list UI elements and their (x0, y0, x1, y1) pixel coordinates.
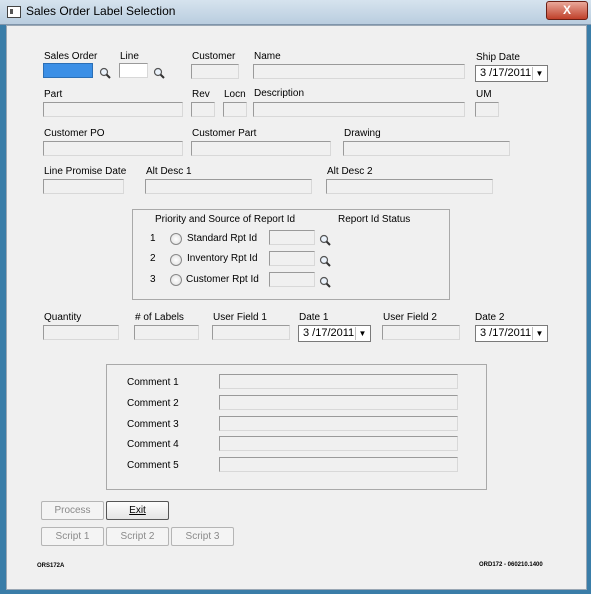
customer-rpt-radio[interactable] (170, 274, 182, 286)
sales-order-label: Sales Order (44, 51, 98, 62)
standard-rpt-radio[interactable] (170, 233, 182, 245)
customer-po-field[interactable] (43, 141, 183, 156)
inventory-rpt-lookup-icon[interactable] (319, 255, 331, 267)
comment-5-label: Comment 5 (127, 460, 179, 471)
comment-3-label: Comment 3 (127, 419, 179, 430)
num-labels-label: # of Labels (135, 312, 184, 323)
chevron-down-icon[interactable]: ▼ (355, 327, 369, 340)
app-icon (7, 6, 21, 18)
chevron-down-icon[interactable]: ▼ (532, 327, 546, 340)
customer-part-field[interactable] (191, 141, 331, 156)
comment-2-field[interactable] (219, 395, 458, 410)
standard-rpt-field[interactable] (269, 230, 315, 245)
script-2-button[interactable]: Script 2 (106, 527, 169, 546)
standard-rpt-label: Standard Rpt Id (187, 233, 258, 244)
exit-button-label: Exit (129, 505, 146, 516)
rev-field[interactable] (191, 102, 215, 117)
part-label: Part (44, 89, 63, 100)
close-button[interactable]: X (546, 1, 588, 20)
exit-button[interactable]: Exit (106, 501, 169, 520)
customer-rpt-field[interactable] (269, 272, 315, 287)
locn-field[interactable] (223, 102, 247, 117)
date-1-value: 3 /17/2011 (303, 327, 355, 339)
customer-rpt-lookup-icon[interactable] (319, 276, 331, 288)
line-input[interactable] (119, 63, 148, 78)
date-2-value: 3 /17/2011 (480, 327, 532, 339)
standard-rpt-lookup-icon[interactable] (319, 234, 331, 246)
customer-field[interactable] (191, 64, 239, 79)
name-label: Name (254, 51, 281, 62)
rev-label: Rev (192, 89, 210, 100)
customer-po-label: Customer PO (44, 128, 105, 139)
user-field-1-label: User Field 1 (213, 312, 267, 323)
comment-5-field[interactable] (219, 457, 458, 472)
user-field-2-label: User Field 2 (383, 312, 437, 323)
part-field[interactable] (43, 102, 183, 117)
alt-desc-1-field[interactable] (145, 179, 312, 194)
drawing-label: Drawing (344, 128, 381, 139)
alt-desc-1-label: Alt Desc 1 (146, 166, 192, 177)
comment-1-label: Comment 1 (127, 377, 179, 388)
customer-part-label: Customer Part (192, 128, 257, 139)
num-labels-field[interactable] (134, 325, 199, 340)
customer-label: Customer (192, 51, 236, 62)
window-title: Sales Order Label Selection (26, 4, 176, 18)
locn-label: Locn (224, 89, 246, 100)
form-id-left: ORS172A (37, 563, 65, 569)
comment-1-field[interactable] (219, 374, 458, 389)
customer-rpt-label: Customer Rpt Id (186, 274, 259, 285)
user-field-2-input[interactable] (382, 325, 460, 340)
ship-date-label: Ship Date (476, 52, 520, 63)
inventory-rpt-field[interactable] (269, 251, 315, 266)
line-label: Line (120, 51, 139, 62)
inventory-rpt-label: Inventory Rpt Id (187, 253, 258, 264)
priority-number: 1 (150, 233, 156, 244)
line-promise-date-field[interactable] (43, 179, 124, 194)
um-label: UM (476, 89, 492, 100)
quantity-label: Quantity (44, 312, 82, 323)
inventory-rpt-radio[interactable] (170, 254, 182, 266)
sales-order-input[interactable] (43, 63, 93, 78)
report-id-status-header: Report Id Status (338, 214, 411, 225)
alt-desc-2-field[interactable] (326, 179, 493, 194)
alt-desc-2-label: Alt Desc 2 (327, 166, 373, 177)
description-label: Description (254, 88, 305, 99)
priority-number: 3 (150, 274, 156, 285)
drawing-field[interactable] (343, 141, 510, 156)
comment-3-field[interactable] (219, 416, 458, 431)
line-promise-date-label: Line Promise Date (44, 166, 127, 177)
ship-date-value: 3 /17/2011 (480, 67, 532, 79)
description-field[interactable] (253, 102, 465, 117)
user-field-1-input[interactable] (212, 325, 290, 340)
sales-order-lookup-icon[interactable] (99, 67, 111, 79)
comment-4-label: Comment 4 (127, 439, 179, 450)
date-2-picker[interactable]: 3 /17/2011 ▼ (475, 325, 548, 342)
name-field[interactable] (253, 64, 465, 79)
line-lookup-icon[interactable] (153, 67, 165, 79)
um-field[interactable] (475, 102, 499, 117)
priority-number: 2 (150, 253, 156, 264)
ship-date-picker[interactable]: 3 /17/2011 ▼ (475, 65, 548, 82)
form-id-right: ORD172 - 060210.1400 (479, 562, 543, 568)
script-3-button[interactable]: Script 3 (171, 527, 234, 546)
date-2-label: Date 2 (475, 312, 505, 323)
date-1-picker[interactable]: 3 /17/2011 ▼ (298, 325, 371, 342)
chevron-down-icon[interactable]: ▼ (532, 67, 546, 80)
quantity-field[interactable] (43, 325, 119, 340)
comment-4-field[interactable] (219, 436, 458, 451)
script-1-button[interactable]: Script 1 (41, 527, 104, 546)
date-1-label: Date 1 (299, 312, 329, 323)
process-button[interactable]: Process (41, 501, 104, 520)
comment-2-label: Comment 2 (127, 398, 179, 409)
priority-source-header: Priority and Source of Report Id (155, 214, 296, 225)
title-bar: Sales Order Label Selection X (0, 0, 591, 25)
